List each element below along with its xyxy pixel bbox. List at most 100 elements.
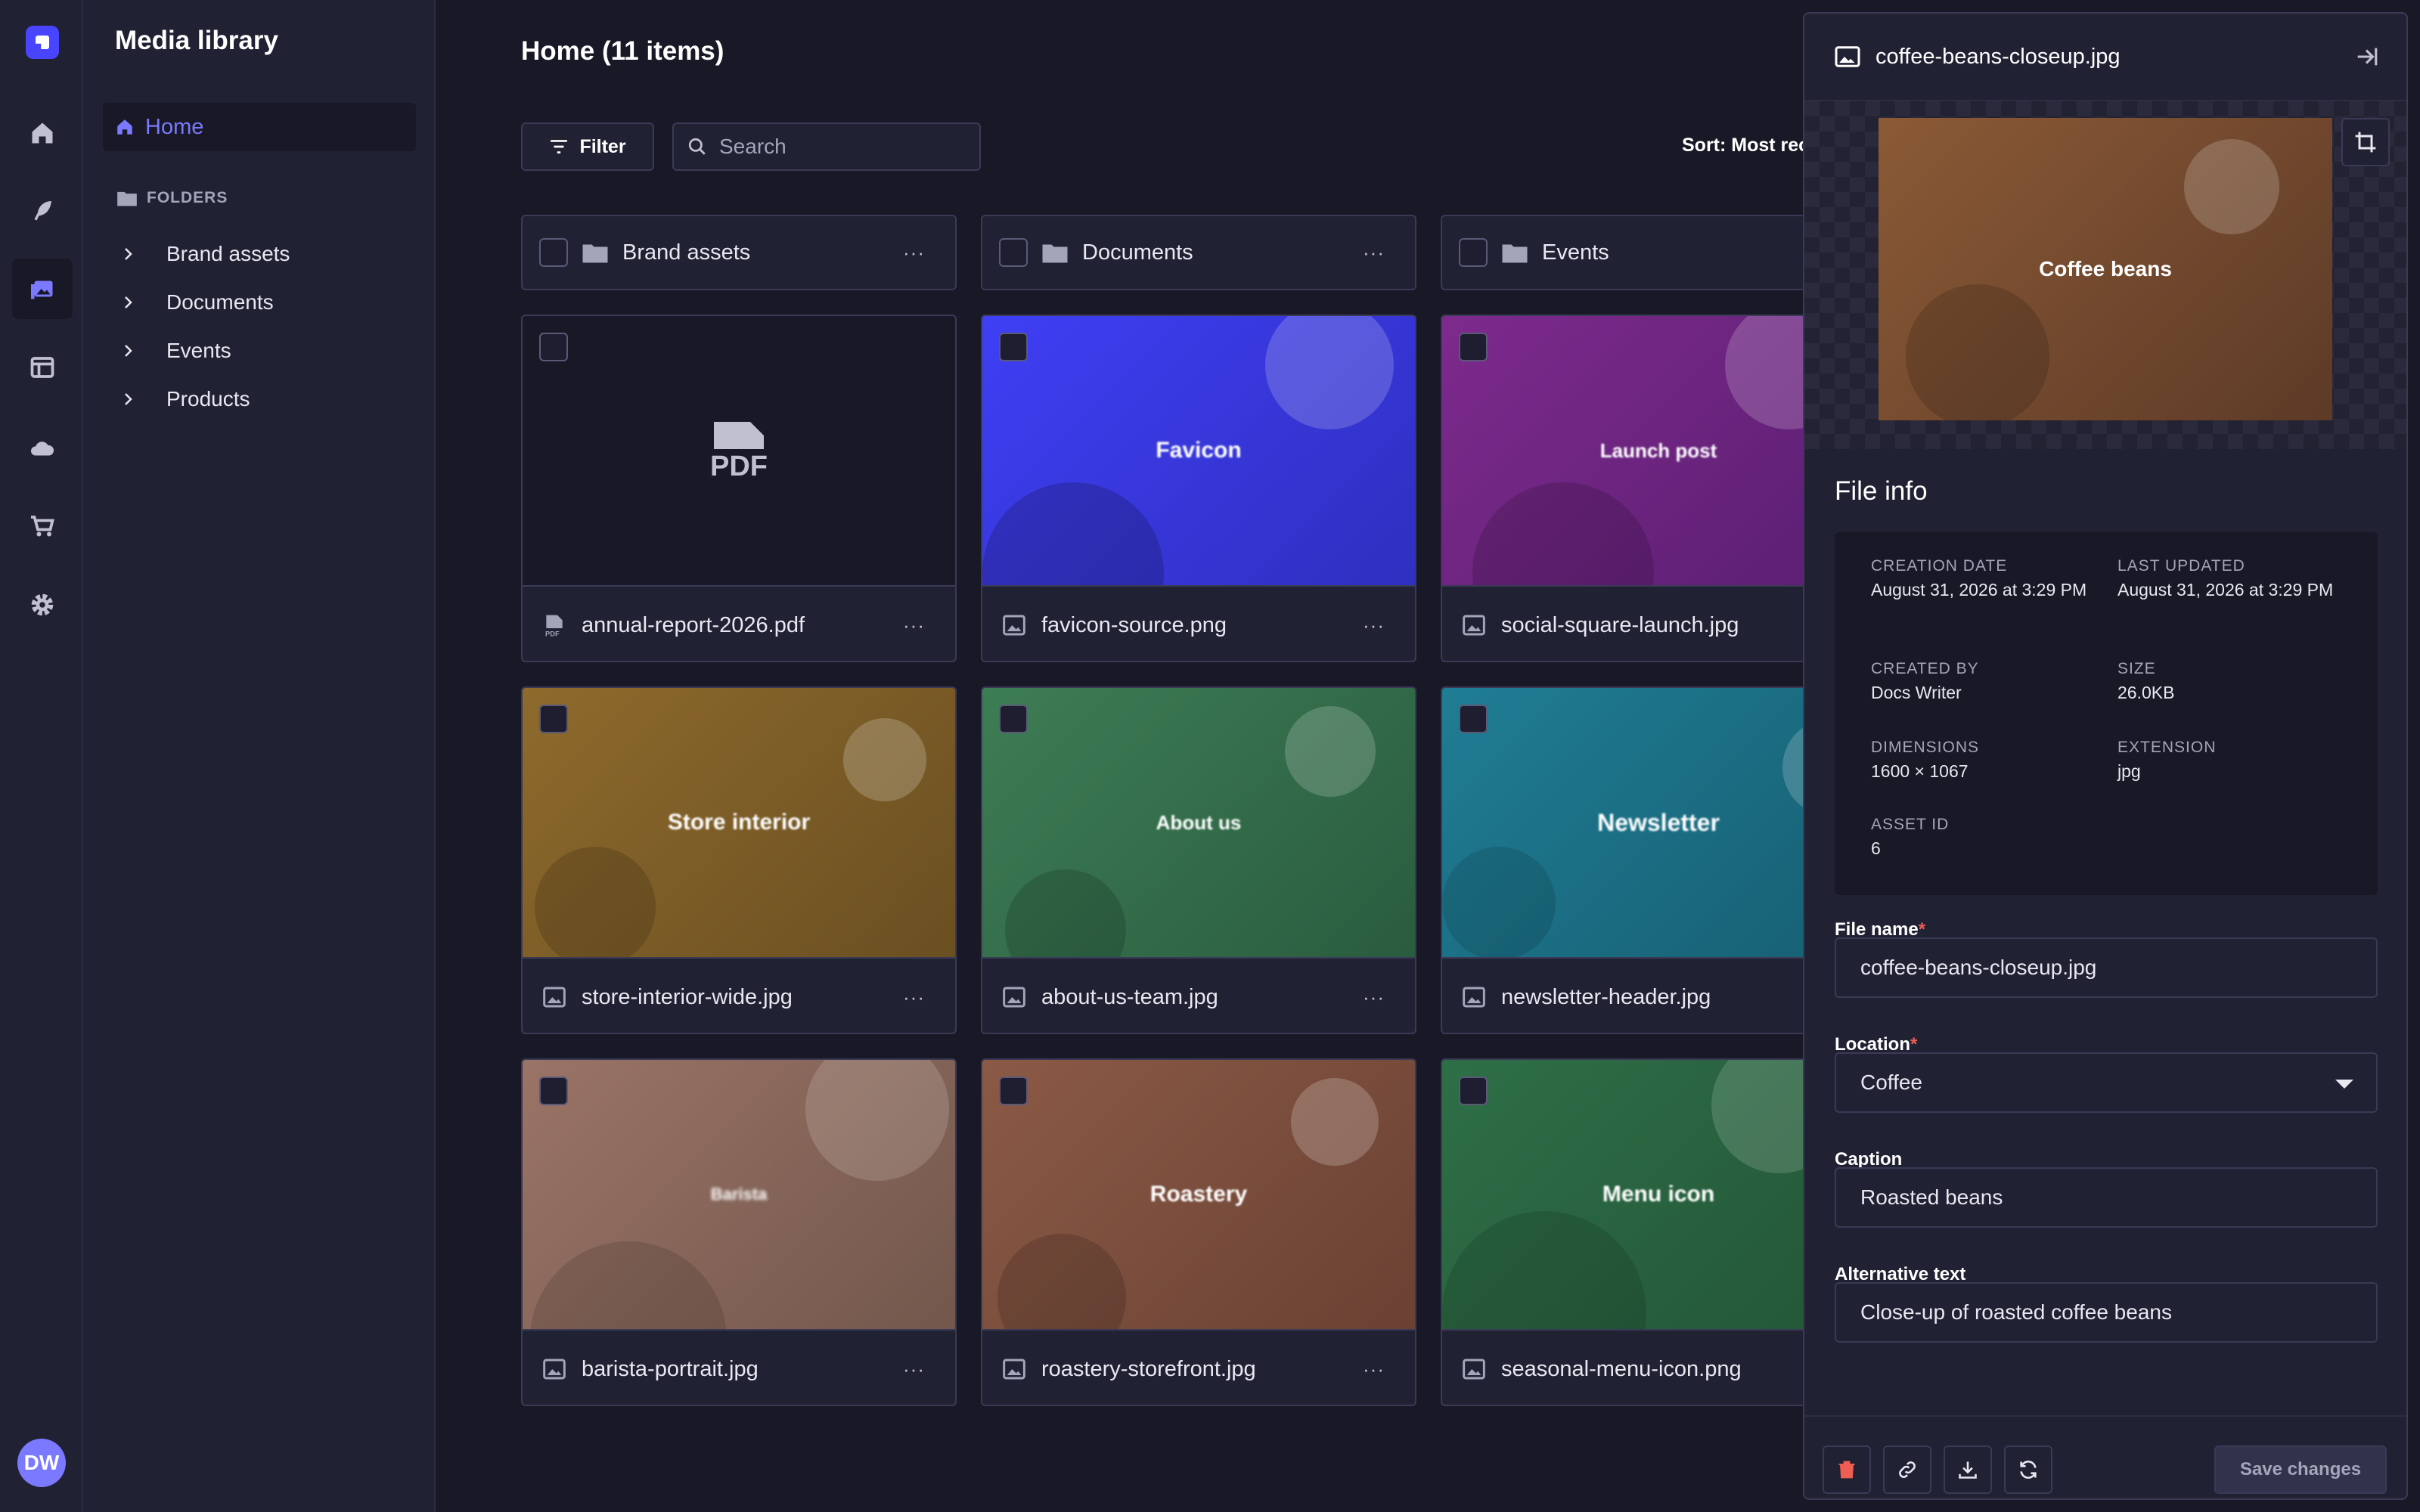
- home-icon[interactable]: [12, 103, 73, 163]
- info-extension: EXTENSION jpg: [2118, 736, 2344, 783]
- folder-card[interactable]: Documents ···: [981, 215, 1416, 290]
- asset-footer: roastery-storefront.jpg ···: [982, 1329, 1415, 1405]
- asset-checkbox[interactable]: [1459, 1077, 1488, 1105]
- search-box[interactable]: [672, 122, 981, 171]
- search-input[interactable]: [719, 135, 961, 159]
- media-icon[interactable]: [12, 259, 73, 319]
- asset-thumbnail[interactable]: About us: [982, 688, 1415, 957]
- crop-button[interactable]: [2341, 118, 2390, 166]
- more-options-button[interactable]: ···: [903, 1358, 925, 1381]
- file-name-input[interactable]: [1836, 939, 2376, 996]
- caption-field[interactable]: [1835, 1167, 2378, 1228]
- asset-thumbnail[interactable]: Roastery: [982, 1060, 1415, 1329]
- download-button[interactable]: [1944, 1445, 1992, 1494]
- asset-name: store-interior-wide.jpg: [582, 984, 793, 1009]
- replace-button[interactable]: [2004, 1445, 2052, 1494]
- location-select[interactable]: Coffee: [1835, 1052, 2378, 1113]
- asset-checkbox[interactable]: [1459, 705, 1488, 733]
- info-label: DIMENSIONS: [1871, 739, 1980, 756]
- copy-link-button[interactable]: [1883, 1445, 1931, 1494]
- more-options-button[interactable]: ···: [903, 241, 925, 265]
- delete-button[interactable]: [1823, 1445, 1871, 1494]
- alt-text-field[interactable]: [1835, 1282, 2378, 1343]
- asset-thumbnail[interactable]: Store interior: [523, 688, 955, 957]
- asset-details-panel: coffee-beans-closeup.jpg Coffee beans Fi…: [1803, 12, 2408, 1500]
- folder-tree-item[interactable]: Brand assets: [121, 239, 290, 269]
- image-icon: [1463, 987, 1485, 1008]
- feather-icon[interactable]: [12, 180, 73, 240]
- file-name-field[interactable]: [1835, 937, 2378, 998]
- asset-checkbox[interactable]: [999, 1077, 1028, 1105]
- folder-checkbox[interactable]: [999, 238, 1028, 267]
- chevron-right-icon[interactable]: [121, 295, 136, 310]
- cart-icon[interactable]: [12, 496, 73, 556]
- more-options-button[interactable]: ···: [903, 614, 925, 637]
- asset-thumbnail[interactable]: Favicon: [982, 316, 1415, 585]
- asset-card[interactable]: Favicon favicon-source.png ···: [981, 314, 1416, 662]
- link-icon: [1899, 1461, 1916, 1478]
- info-created-by: CREATED BY Docs Writer: [1871, 658, 2098, 705]
- asset-checkbox[interactable]: [999, 333, 1028, 361]
- asset-checkbox[interactable]: [1459, 333, 1488, 361]
- asset-thumbnail[interactable]: PDF: [523, 316, 955, 585]
- asset-card[interactable]: Barista barista-portrait.jpg ···: [521, 1058, 957, 1406]
- caption-input[interactable]: [1836, 1169, 2376, 1226]
- asset-footer: barista-portrait.jpg ···: [523, 1329, 955, 1405]
- asset-footer: about-us-team.jpg ···: [982, 957, 1415, 1033]
- asset-card[interactable]: Store interior store-interior-wide.jpg ·…: [521, 686, 957, 1034]
- folder-tree-item[interactable]: Events: [121, 336, 231, 366]
- info-label: EXTENSION: [2118, 739, 2217, 756]
- subnav-title: Media library: [115, 26, 278, 55]
- asset-name: seasonal-menu-icon.png: [1501, 1356, 1742, 1381]
- folder-checkbox[interactable]: [1459, 238, 1488, 267]
- info-dimensions: DIMENSIONS 1600 × 1067: [1871, 736, 2098, 783]
- chevron-right-icon[interactable]: [121, 392, 136, 407]
- nav-item-home[interactable]: Home: [103, 103, 416, 151]
- chevron-right-icon[interactable]: [121, 246, 136, 262]
- thumb-label: Barista: [710, 1185, 768, 1204]
- file-info-title: File info: [1835, 476, 1928, 506]
- required-mark: *: [1918, 919, 1926, 940]
- layout-icon[interactable]: [12, 337, 73, 398]
- collapse-panel-icon[interactable]: [2353, 44, 2379, 70]
- asset-card[interactable]: PDF PDF annual-report-2026.pdf ···: [521, 314, 957, 662]
- cloud-icon[interactable]: [12, 417, 73, 478]
- image-preview[interactable]: Coffee beans: [1879, 118, 2332, 420]
- alt-text-input[interactable]: [1836, 1284, 2376, 1341]
- info-creation-date: CREATION DATE August 31, 2026 at 3:29 PM: [1871, 555, 2098, 602]
- folder-tree-label: Brand assets: [166, 242, 290, 265]
- save-changes-button[interactable]: Save changes: [2214, 1445, 2387, 1494]
- folder-tree-item[interactable]: Products: [121, 384, 250, 414]
- asset-checkbox[interactable]: [539, 1077, 568, 1105]
- asset-checkbox[interactable]: [539, 705, 568, 733]
- thumb-label: Favicon: [1156, 438, 1242, 463]
- folder-tree-item[interactable]: Documents: [121, 287, 274, 318]
- asset-thumbnail[interactable]: Barista: [523, 1060, 955, 1329]
- chevron-right-icon[interactable]: [121, 343, 136, 358]
- more-options-button[interactable]: ···: [1363, 241, 1385, 265]
- folder-checkbox[interactable]: [539, 238, 568, 267]
- nav-home-label: Home: [145, 114, 204, 139]
- more-options-button[interactable]: ···: [903, 986, 925, 1009]
- sort-dropdown[interactable]: Sort: Most recent: [1682, 135, 1803, 156]
- more-options-button[interactable]: ···: [1363, 614, 1385, 637]
- asset-name: about-us-team.jpg: [1041, 984, 1218, 1009]
- asset-card[interactable]: Roastery roastery-storefront.jpg ···: [981, 1058, 1416, 1406]
- refresh-icon: [2020, 1461, 2037, 1479]
- folder-card[interactable]: Brand assets ···: [521, 215, 957, 290]
- asset-name: favicon-source.png: [1041, 612, 1227, 637]
- caret-down-icon: [2335, 1080, 2353, 1089]
- asset-checkbox[interactable]: [999, 705, 1028, 733]
- asset-card[interactable]: About us about-us-team.jpg ···: [981, 686, 1416, 1034]
- more-options-button[interactable]: ···: [1363, 986, 1385, 1009]
- svg-text:PDF: PDF: [545, 631, 560, 637]
- user-avatar[interactable]: DW: [17, 1439, 66, 1487]
- asset-checkbox[interactable]: [539, 333, 568, 361]
- gear-icon[interactable]: [12, 575, 73, 635]
- image-icon: [543, 1359, 566, 1380]
- thumb-label: Store interior: [667, 810, 811, 835]
- filter-button[interactable]: Filter: [521, 122, 654, 171]
- more-options-button[interactable]: ···: [1363, 1358, 1385, 1381]
- app-logo[interactable]: [26, 26, 59, 59]
- info-value: August 31, 2026 at 3:29 PM: [1871, 580, 2087, 600]
